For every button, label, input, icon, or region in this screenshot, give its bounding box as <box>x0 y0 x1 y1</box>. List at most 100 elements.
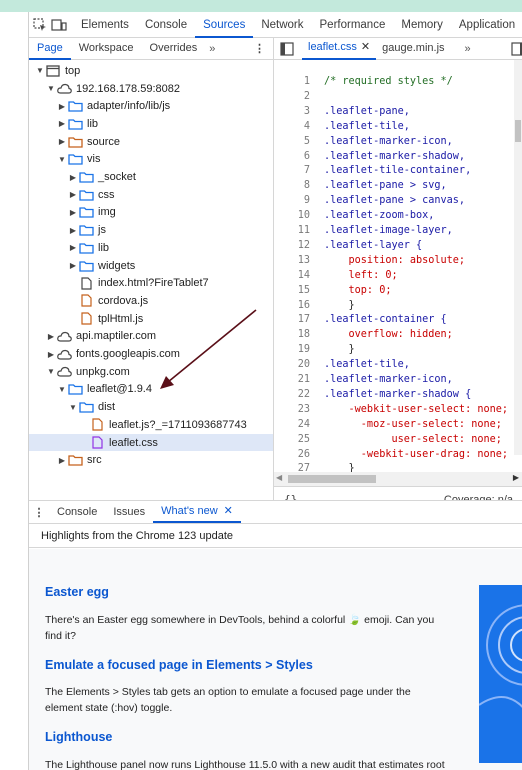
expand-triangle-right-icon[interactable]: ▶ <box>68 173 78 182</box>
expand-triangle-right-icon[interactable]: ▶ <box>46 350 56 359</box>
line-number[interactable]: 11 <box>274 225 314 240</box>
line-number[interactable]: 27 <box>274 463 314 472</box>
line-number[interactable]: 18 <box>274 329 314 344</box>
tree-item[interactable]: ▼ 192.168.178.59:8082 <box>29 80 273 98</box>
line-number[interactable]: 3 <box>274 106 314 121</box>
line-number[interactable]: 8 <box>274 180 314 195</box>
device-toolbar-icon[interactable] <box>51 16 67 34</box>
editor-tab-leaflet-css[interactable]: leaflet.css ✕ <box>302 37 377 60</box>
tab-console[interactable]: Console <box>137 12 195 38</box>
tree-item[interactable]: ▼ leaflet@1.9.4 <box>29 381 273 399</box>
tree-item[interactable]: ▶ img <box>29 204 273 222</box>
tree-item[interactable]: cordova.js <box>29 292 273 310</box>
expand-triangle-right-icon[interactable]: ▶ <box>68 261 78 270</box>
item-title-easter-egg[interactable]: Easter egg <box>45 585 109 599</box>
line-number[interactable]: 5 <box>274 136 314 151</box>
expand-triangle-right-icon[interactable]: ▶ <box>57 137 67 146</box>
more-tabs-icon[interactable]: » <box>205 43 219 55</box>
expand-triangle-right-icon[interactable]: ▶ <box>57 119 67 128</box>
line-number[interactable]: 7 <box>274 165 314 180</box>
expand-triangle-right-icon[interactable]: ▶ <box>68 208 78 217</box>
line-number[interactable]: 22 <box>274 389 314 404</box>
tree-item[interactable]: ▶ fonts.googleapis.com <box>29 345 273 363</box>
drawer-tab-console[interactable]: Console <box>49 501 105 523</box>
scrollbar-thumb[interactable] <box>515 120 521 142</box>
expand-triangle-down-icon[interactable]: ▼ <box>35 66 45 75</box>
line-number[interactable]: 4 <box>274 121 314 136</box>
close-icon[interactable]: ✕ <box>224 500 233 522</box>
line-number[interactable]: 17 <box>274 314 314 329</box>
tree-item[interactable]: ▶ js <box>29 221 273 239</box>
code-editor[interactable]: 1 /* required styles */ 2 3 .leaflet-pane, 4.… <box>274 60 522 472</box>
tab-application[interactable]: Application <box>451 12 522 38</box>
item-title-lighthouse[interactable]: Lighthouse <box>45 730 112 744</box>
expand-triangle-right-icon[interactable]: ▶ <box>57 456 67 465</box>
more-editor-tabs-icon[interactable]: » <box>461 43 475 55</box>
line-number[interactable]: 12 <box>274 240 314 255</box>
tree-item[interactable]: ▶ adapter/info/lib/js <box>29 97 273 115</box>
tree-item[interactable]: ▶ api.maptiler.com <box>29 328 273 346</box>
line-number[interactable]: 19 <box>274 344 314 359</box>
tab-performance[interactable]: Performance <box>312 12 394 38</box>
line-number[interactable]: 6 <box>274 151 314 166</box>
line-number[interactable]: 13 <box>274 255 314 270</box>
tree-item[interactable]: ▶ _socket <box>29 168 273 186</box>
navigator-menu-icon[interactable]: ⋮ <box>254 42 265 55</box>
tab-sources[interactable]: Sources <box>195 12 254 38</box>
line-number[interactable]: 10 <box>274 210 314 225</box>
expand-triangle-right-icon[interactable]: ▶ <box>68 243 78 252</box>
line-number[interactable]: 21 <box>274 374 314 389</box>
tab-network[interactable]: Network <box>253 12 311 38</box>
line-number[interactable]: 15 <box>274 285 314 300</box>
expand-triangle-right-icon[interactable]: ▶ <box>68 190 78 199</box>
line-number[interactable]: 26 <box>274 449 314 464</box>
line-number[interactable]: 9 <box>274 195 314 210</box>
tree-item[interactable]: ▼ unpkg.com <box>29 363 273 381</box>
line-number[interactable]: 14 <box>274 270 314 285</box>
tree-item[interactable]: tplHtml.js <box>29 310 273 328</box>
toggle-debugger-icon[interactable] <box>509 40 522 58</box>
expand-triangle-down-icon[interactable]: ▼ <box>57 155 67 164</box>
toggle-navigator-icon[interactable] <box>278 40 296 58</box>
close-icon[interactable]: ✕ <box>361 37 370 58</box>
tree-item[interactable]: ▼ top <box>29 62 273 80</box>
nav-tab-page[interactable]: Page <box>29 38 71 60</box>
expand-triangle-right-icon[interactable]: ▶ <box>46 332 56 341</box>
expand-triangle-down-icon[interactable]: ▼ <box>46 367 56 376</box>
tree-item[interactable]: ▶ source <box>29 133 273 151</box>
line-number[interactable]: 25 <box>274 434 314 449</box>
expand-triangle-down-icon[interactable]: ▼ <box>68 403 78 412</box>
tree-item[interactable]: leaflet.js?_=1711093687743 <box>29 416 273 434</box>
scroll-right-icon[interactable]: ▶ <box>513 473 519 482</box>
tree-item[interactable]: leaflet.css <box>29 433 273 452</box>
nav-tab-workspace[interactable]: Workspace <box>71 38 142 60</box>
inspect-element-icon[interactable] <box>33 16 47 34</box>
tab-elements[interactable]: Elements <box>73 12 137 38</box>
editor-tab-gauge-js[interactable]: gauge.min.js <box>376 38 450 60</box>
tree-item[interactable]: index.html?FireTablet7 <box>29 274 273 292</box>
line-number[interactable]: 16 <box>274 300 314 315</box>
expand-triangle-right-icon[interactable]: ▶ <box>57 102 67 111</box>
scroll-left-icon[interactable]: ◀ <box>276 473 282 482</box>
expand-triangle-down-icon[interactable]: ▼ <box>46 84 56 93</box>
tree-item[interactable]: ▶ lib <box>29 115 273 133</box>
expand-triangle-down-icon[interactable]: ▼ <box>57 385 67 394</box>
tree-item[interactable]: ▼ vis <box>29 151 273 169</box>
nav-tab-overrides[interactable]: Overrides <box>142 38 206 60</box>
line-number[interactable]: 1 <box>274 76 314 91</box>
editor-vertical-scrollbar[interactable] <box>514 60 522 455</box>
line-number[interactable]: 23 <box>274 404 314 419</box>
line-number[interactable]: 24 <box>274 419 314 434</box>
drawer-menu-icon[interactable]: ⋮ <box>29 506 49 519</box>
drawer-tab-issues[interactable]: Issues <box>105 501 153 523</box>
item-title-emulate-focus[interactable]: Emulate a focused page in Elements > Sty… <box>45 658 313 672</box>
tree-item[interactable]: ▶ src <box>29 451 273 469</box>
tree-item[interactable]: ▶ widgets <box>29 257 273 275</box>
scrollbar-thumb[interactable] <box>288 475 376 483</box>
line-number[interactable]: 20 <box>274 359 314 374</box>
drawer-tab-whats-new[interactable]: What's new ✕ <box>153 501 241 523</box>
tab-memory[interactable]: Memory <box>393 12 451 38</box>
tree-item[interactable]: ▶ css <box>29 186 273 204</box>
tree-item[interactable]: ▶ lib <box>29 239 273 257</box>
expand-triangle-right-icon[interactable]: ▶ <box>68 226 78 235</box>
